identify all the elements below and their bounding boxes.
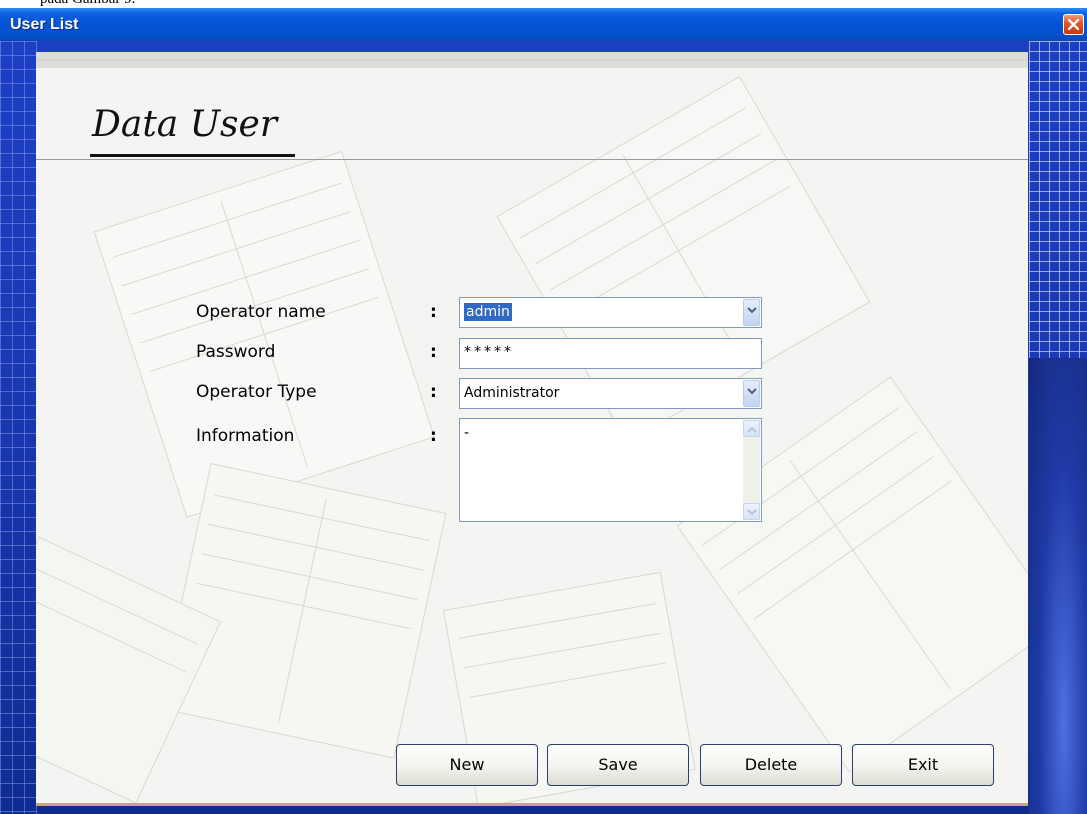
title-bar[interactable]: User List [0, 8, 1087, 41]
new-button-label: New [449, 755, 485, 774]
left-grid-decoration [0, 41, 37, 814]
title-divider [36, 159, 1028, 160]
delete-button[interactable]: Delete [700, 744, 842, 786]
form-panel: Data User Operator name : admin Password… [36, 52, 1028, 806]
exit-button-label: Exit [907, 755, 939, 774]
exit-button[interactable]: Exit [852, 744, 994, 786]
password-colon: : [430, 342, 437, 362]
scroll-down-icon [747, 509, 757, 516]
password-label: Password [196, 342, 276, 362]
new-button[interactable]: New [396, 744, 538, 786]
caption-text: pada Gambar 9. [40, 0, 135, 8]
operator-name-colon: : [430, 302, 437, 322]
close-icon [1068, 19, 1079, 30]
operator-name-dropdown-button[interactable] [743, 299, 760, 326]
document-caption-fragment: pada Gambar 9. [0, 0, 1087, 8]
scroll-up-icon [747, 426, 757, 433]
user-list-window: User List Data User Operator name: admi… [0, 8, 1087, 814]
title-underline [90, 154, 295, 157]
operator-name-value: admin [464, 303, 512, 321]
operator-type-dropdown-button[interactable] [743, 380, 760, 407]
operator-type-label: Operator Type [196, 382, 317, 402]
save-button-label: Save [598, 755, 638, 774]
right-grid-decoration [1029, 41, 1087, 361]
window-title: User List [10, 16, 79, 33]
chevron-down-icon [747, 388, 757, 395]
delete-button-label: Delete [744, 755, 798, 774]
save-button[interactable]: Save [547, 744, 689, 786]
chevron-down-icon [747, 307, 757, 314]
information-colon: : [430, 426, 437, 446]
scroll-up-button[interactable] [743, 420, 760, 437]
right-decoration [1029, 358, 1087, 814]
password-value: ***** [464, 344, 514, 360]
information-label: Information [196, 426, 295, 446]
information-scrollbar[interactable] [743, 420, 760, 520]
operator-type-combobox[interactable]: Administrator [459, 378, 762, 409]
operator-type-value: Administrator [464, 385, 560, 401]
close-button[interactable] [1063, 14, 1084, 35]
operator-type-colon: : [430, 382, 437, 402]
password-field[interactable]: ***** [459, 338, 762, 369]
information-value: - [464, 425, 470, 441]
page-title: Data User [92, 104, 278, 145]
operator-name-label: Operator name [196, 302, 326, 322]
information-textarea[interactable]: - [459, 418, 762, 522]
scroll-down-button[interactable] [743, 503, 760, 520]
operator-name-combobox[interactable]: admin [459, 297, 762, 328]
